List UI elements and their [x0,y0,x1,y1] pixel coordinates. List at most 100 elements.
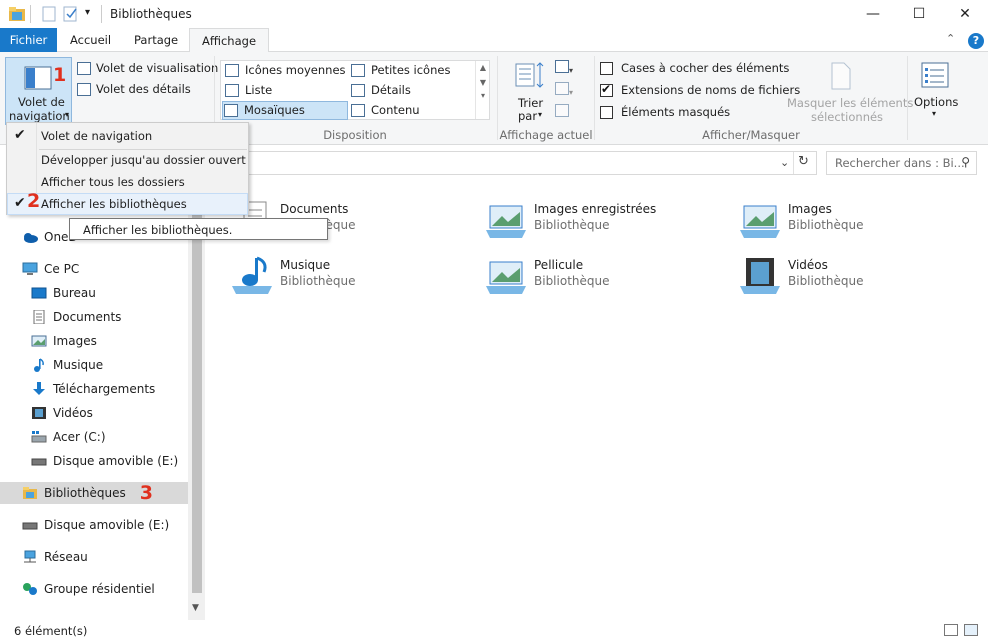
tile-name: Documents [280,202,349,216]
documents-icon [33,310,45,324]
large-icons-view-icon[interactable] [964,624,978,636]
pictures-icon [31,335,47,347]
collapse-ribbon-icon[interactable]: ⌃ [946,32,955,45]
tab-home[interactable]: Accueil [58,28,123,52]
hide-selected-button: Masquer les éléments sélectionnés [786,60,913,124]
search-icon[interactable]: ⚲ [961,155,970,169]
sort-by-label-2: par [518,109,538,123]
tile-type: Bibliothèque [788,274,864,288]
add-columns-icon [555,82,569,95]
title-bar: ▾ Bibliothèques — ☐ ✕ [0,0,988,28]
maximize-button[interactable]: ☐ [896,0,942,28]
layout-small-icons[interactable]: Petites icônes [349,62,473,80]
tiles-icon [224,104,238,117]
file-extensions-checkbox[interactable] [600,82,613,97]
layout-medium-icons[interactable]: Icônes moyennes [223,62,347,80]
group-label-show-hide: Afficher/Masquer [702,128,800,142]
nav-item-videos[interactable]: Vidéos [0,402,188,424]
nav-item-network[interactable]: Réseau [0,546,188,568]
nav-item-removable-e-root[interactable]: Disque amovible (E:) [0,514,188,536]
menu-item-label: Afficher tous les dossiers [41,175,185,189]
item-count: 6 élément(s) [14,624,88,638]
hidden-items-checkbox[interactable] [600,106,613,119]
nav-item-libraries[interactable]: Bibliothèques 3 [0,482,188,504]
layout-details-label: Détails [371,83,411,97]
tab-view[interactable]: Affichage [189,28,270,53]
tab-share[interactable]: Partage [122,28,190,52]
scroll-down-icon[interactable]: ▼ [192,603,199,613]
qat-dropdown-icon[interactable]: ▾ [85,7,90,18]
navigation-pane-label-2: navigation [9,109,70,123]
add-columns-button: ▾ [555,82,573,98]
new-folder-icon[interactable] [63,6,79,22]
nav-item-label: Bibliothèques [44,486,126,500]
hide-selected-label-2: sélectionnés [811,110,884,124]
scroll-down-icon[interactable]: ▼ [476,78,490,87]
list-icon [225,84,239,97]
navigation-pane-button[interactable]: 1 Volet de navigation ▾ [5,57,72,125]
refresh-icon[interactable]: ↻ [798,154,809,169]
nav-item-downloads[interactable]: Téléchargements [0,378,188,400]
layout-content[interactable]: Contenu [349,102,473,120]
library-tile-saved-pictures[interactable]: Images enregistrées Bibliothèque [484,200,734,246]
ribbon-separator [594,56,595,140]
size-columns-icon [555,104,569,117]
details-pane-label: Volet des détails [96,82,191,96]
item-checkboxes-checkbox[interactable] [600,62,613,75]
navigation-pane-label-1: Volet de [18,95,65,109]
options-label: Options [914,95,959,109]
library-tile-pictures[interactable]: Images Bibliothèque [738,200,988,246]
options-button[interactable]: Options ▾ [912,58,960,124]
layout-list[interactable]: Liste [223,82,347,100]
layout-gallery: Icônes moyennes Petites icônes Liste Dét… [220,60,490,120]
tile-name: Musique [280,258,331,272]
video-icon [32,407,46,419]
scrollbar-thumb[interactable] [192,193,202,593]
sort-by-button[interactable]: Trier par ▾ [508,58,552,124]
address-bar[interactable]: ⌄ ↻ [205,151,817,175]
navigation-pane-icon [24,66,52,90]
library-tile-videos[interactable]: Vidéos Bibliothèque [738,256,988,302]
hidden-items-label: Éléments masqués [621,105,731,119]
options-icon [921,62,949,88]
layout-tiles[interactable]: Mosaïques [222,101,348,120]
layout-gallery-scroll[interactable]: ▲ ▼ ▾ [475,61,490,119]
nav-item-this-pc[interactable]: Ce PC [0,258,188,280]
content-icon [351,104,365,117]
menu-item-navigation-pane[interactable]: ✔ Volet de navigation [7,125,248,147]
nav-item-drive-c[interactable]: Acer (C:) [0,426,188,448]
library-tile-camera-roll[interactable]: Pellicule Bibliothèque [484,256,734,302]
nav-item-music[interactable]: Musique [0,354,188,376]
search-box[interactable]: Rechercher dans : Bi... ⚲ [826,151,977,175]
chevron-down-icon: ▾ [569,66,574,75]
library-tile-music[interactable]: Musique Bibliothèque [230,256,480,302]
nav-item-homegroup[interactable]: Groupe résidentiel [0,578,188,600]
tab-file[interactable]: Fichier [0,28,57,52]
close-button[interactable]: ✕ [942,0,988,28]
layout-details[interactable]: Détails [349,82,473,100]
help-icon[interactable]: ? [968,33,984,49]
address-dropdown-icon[interactable]: ⌄ [780,156,789,169]
nav-item-removable-e[interactable]: Disque amovible (E:) [0,450,188,472]
scroll-up-icon[interactable]: ▲ [476,63,490,72]
nav-item-pictures[interactable]: Images [0,330,188,352]
menu-item-show-all-folders[interactable]: Afficher tous les dossiers [7,171,248,193]
sort-by-label-1: Trier [518,96,544,110]
annotation-3: 3 [139,482,153,504]
minimize-button[interactable]: — [850,0,896,28]
nav-item-label: Bureau [53,286,96,300]
properties-icon[interactable] [42,6,56,22]
navigation-pane-scrollbar[interactable]: ▼ [188,183,205,620]
nav-item-desktop[interactable]: Bureau [0,282,188,304]
gallery-expand-icon[interactable]: ▾ [476,91,490,100]
menu-item-expand-to-open-folder[interactable]: Développer jusqu'au dossier ouvert [7,149,248,171]
details-view-icon[interactable] [944,624,958,636]
tile-name: Images [788,202,832,216]
menu-item-show-libraries[interactable]: ✔ 2 Afficher les bibliothèques [7,190,248,215]
group-label-layout: Disposition [323,128,387,142]
navigation-pane: OneD Ce PC Bureau Documents Images Musiq… [0,183,205,620]
details-pane-icon [77,83,91,96]
file-extensions-label: Extensions de noms de fichiers [621,83,801,97]
group-by-button[interactable]: ▾ [555,60,573,76]
nav-item-documents[interactable]: Documents [0,306,188,328]
